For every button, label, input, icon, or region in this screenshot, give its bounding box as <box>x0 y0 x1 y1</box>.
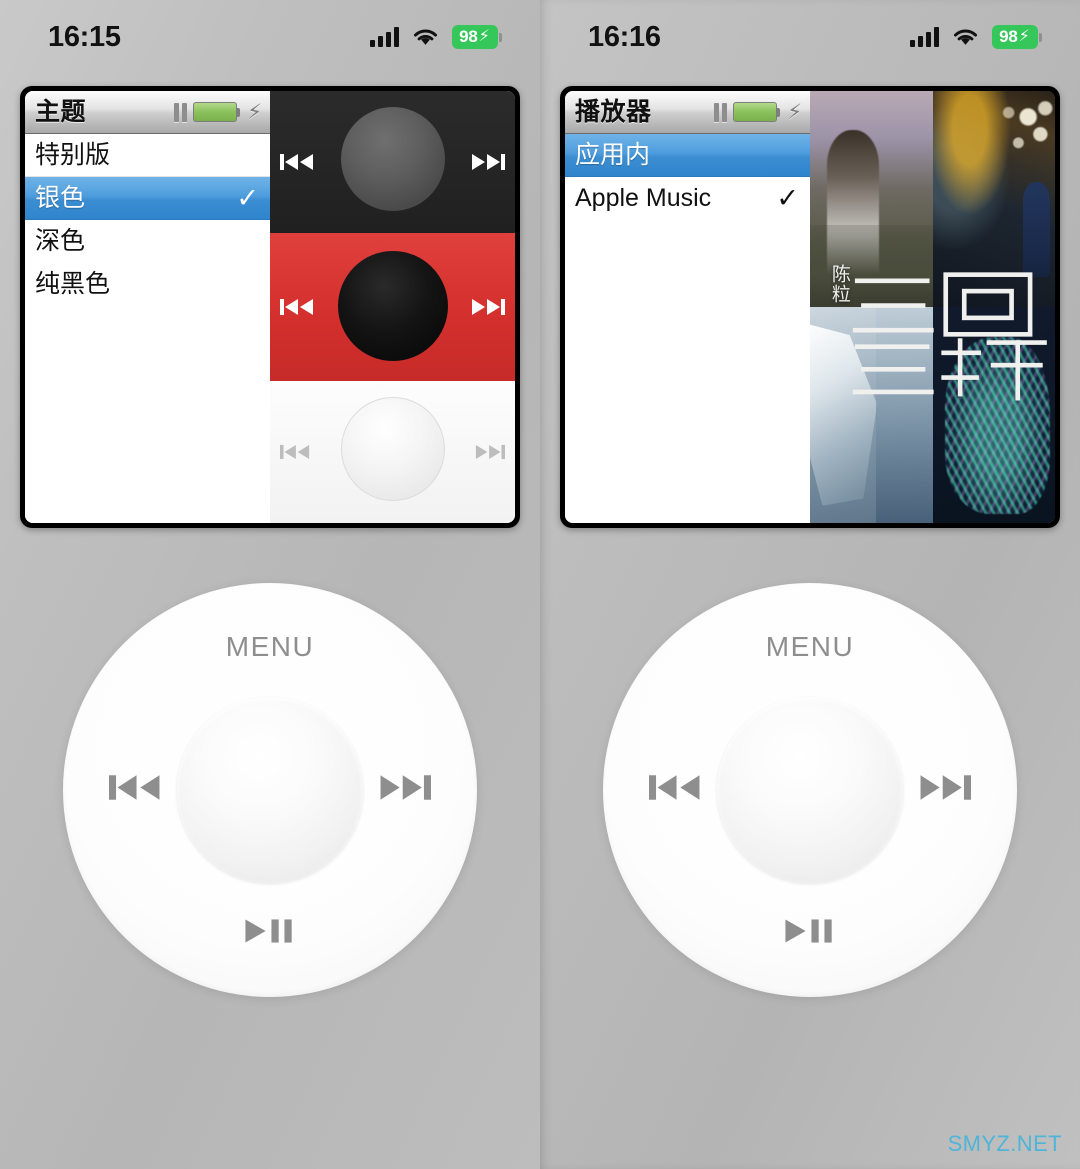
menu-item-label: 银色 <box>35 183 86 212</box>
battery-icon <box>193 102 241 122</box>
preview-click-wheel <box>337 251 448 361</box>
play-pause-icon[interactable] <box>785 918 835 949</box>
theme-preview-column <box>270 91 515 523</box>
title-bar-status: ⚡ <box>174 102 262 123</box>
lightning-bolt-icon: ⚡ <box>1018 28 1030 45</box>
dual-screenshot-stage: 16:15 98 ⚡ 主题 ⚡ 特别版 银色 ✓ 深色 纯黑色 MENU 16:… <box>0 0 1080 1169</box>
wifi-icon <box>412 27 439 47</box>
wifi-icon <box>952 27 979 47</box>
battery-body: 98 ⚡ <box>991 25 1038 49</box>
menu-empty-space <box>565 220 810 523</box>
next-track-icon[interactable] <box>379 774 431 807</box>
menu-item-2[interactable]: 深色 <box>25 220 270 263</box>
previous-track-icon <box>280 298 314 316</box>
battery-status: 98 ⚡ <box>991 25 1042 49</box>
battery-body: 98 ⚡ <box>451 25 498 49</box>
menu-button[interactable]: MENU <box>226 633 314 661</box>
ipod-screen-bezel: 播放器 ⚡ 应用内 Apple Music ✓ 陈粒 <box>560 86 1060 528</box>
pause-icon <box>714 102 728 122</box>
ipod-screen: 主题 ⚡ 特别版 银色 ✓ 深色 纯黑色 <box>25 91 515 523</box>
checkmark-icon: ✓ <box>776 183 799 213</box>
select-button[interactable] <box>177 697 363 883</box>
cellular-signal-icon <box>369 27 399 47</box>
select-button[interactable] <box>717 697 903 883</box>
next-track-icon <box>471 153 505 171</box>
ipod-screen: 播放器 ⚡ 应用内 Apple Music ✓ 陈粒 <box>565 91 1055 523</box>
play-pause-icon[interactable] <box>245 918 295 949</box>
menu-item-label: 应用内 <box>575 140 651 169</box>
album-art-column: 陈粒 <box>810 91 1055 523</box>
page-title: 播放器 <box>575 97 652 126</box>
preview-click-wheel <box>340 107 445 211</box>
previous-track-icon <box>280 153 314 171</box>
next-track-icon <box>471 298 505 316</box>
title-bar-status: ⚡ <box>714 102 802 123</box>
menu-empty-space <box>25 306 270 523</box>
status-bar: 16:15 98 ⚡ <box>0 0 540 74</box>
status-indicators: 98 ⚡ <box>909 25 1042 49</box>
menu-item-label: 特别版 <box>35 140 111 169</box>
pause-icon <box>174 102 188 122</box>
lightning-bolt-icon: ⚡ <box>478 28 490 45</box>
dark-theme-preview[interactable] <box>270 91 515 233</box>
next-track-icon <box>475 444 505 460</box>
menu-item-0[interactable]: 应用内 <box>565 134 810 177</box>
menu-item-1[interactable]: Apple Music ✓ <box>565 177 810 220</box>
ipod-menu-column: 主题 ⚡ 特别版 银色 ✓ 深色 纯黑色 <box>25 91 270 523</box>
status-indicators: 98 ⚡ <box>369 25 502 49</box>
ipod-title-bar: 主题 ⚡ <box>25 91 270 134</box>
battery-tip <box>1039 32 1042 42</box>
right-phone-panel: 16:16 98 ⚡ 播放器 ⚡ 应用内 Apple Music ✓ 陈粒 ME… <box>540 0 1080 1169</box>
status-time: 16:15 <box>48 20 121 53</box>
menu-item-1[interactable]: 银色 ✓ <box>25 177 270 220</box>
preview-click-wheel <box>340 397 445 501</box>
menu-item-3[interactable]: 纯黑色 <box>25 263 270 306</box>
white-theme-preview[interactable] <box>270 381 515 523</box>
previous-track-icon[interactable] <box>649 774 701 807</box>
checkmark-icon: ✓ <box>236 182 259 213</box>
album-text-overlay: 陈粒 <box>810 91 1055 523</box>
click-wheel[interactable]: MENU <box>603 583 1017 997</box>
menu-button[interactable]: MENU <box>766 633 854 661</box>
battery-percent: 98 <box>459 27 478 46</box>
click-wheel[interactable]: MENU <box>63 583 477 997</box>
status-time: 16:16 <box>588 20 661 53</box>
album-title-art <box>849 221 1055 446</box>
page-title: 主题 <box>35 97 87 126</box>
battery-tip <box>499 32 502 42</box>
battery-percent: 98 <box>999 27 1018 46</box>
next-track-icon[interactable] <box>919 774 971 807</box>
menu-item-label: 纯黑色 <box>35 270 111 298</box>
lightning-bolt-icon: ⚡ <box>787 100 802 124</box>
left-phone-panel: 16:15 98 ⚡ 主题 ⚡ 特别版 银色 ✓ 深色 纯黑色 MENU <box>0 0 540 1169</box>
menu-item-label: Apple Music <box>575 184 712 212</box>
battery-icon <box>733 102 781 122</box>
lightning-bolt-icon: ⚡ <box>247 100 262 124</box>
menu-item-label: 深色 <box>35 227 86 255</box>
ipod-screen-bezel: 主题 ⚡ 特别版 银色 ✓ 深色 纯黑色 <box>20 86 520 528</box>
album-artist-name: 陈粒 <box>828 263 850 304</box>
cellular-signal-icon <box>909 27 939 47</box>
battery-status: 98 ⚡ <box>451 25 502 49</box>
previous-track-icon <box>280 444 310 460</box>
site-watermark: SMYZ.NET <box>947 1131 1062 1156</box>
ipod-title-bar: 播放器 ⚡ <box>565 91 810 134</box>
status-bar: 16:16 98 ⚡ <box>540 0 1080 74</box>
album-artwork: 陈粒 <box>810 91 1055 523</box>
menu-item-0[interactable]: 特别版 <box>25 134 270 177</box>
previous-track-icon[interactable] <box>109 774 161 807</box>
ipod-menu-column: 播放器 ⚡ 应用内 Apple Music ✓ <box>565 91 810 523</box>
red-theme-preview[interactable] <box>270 233 515 381</box>
